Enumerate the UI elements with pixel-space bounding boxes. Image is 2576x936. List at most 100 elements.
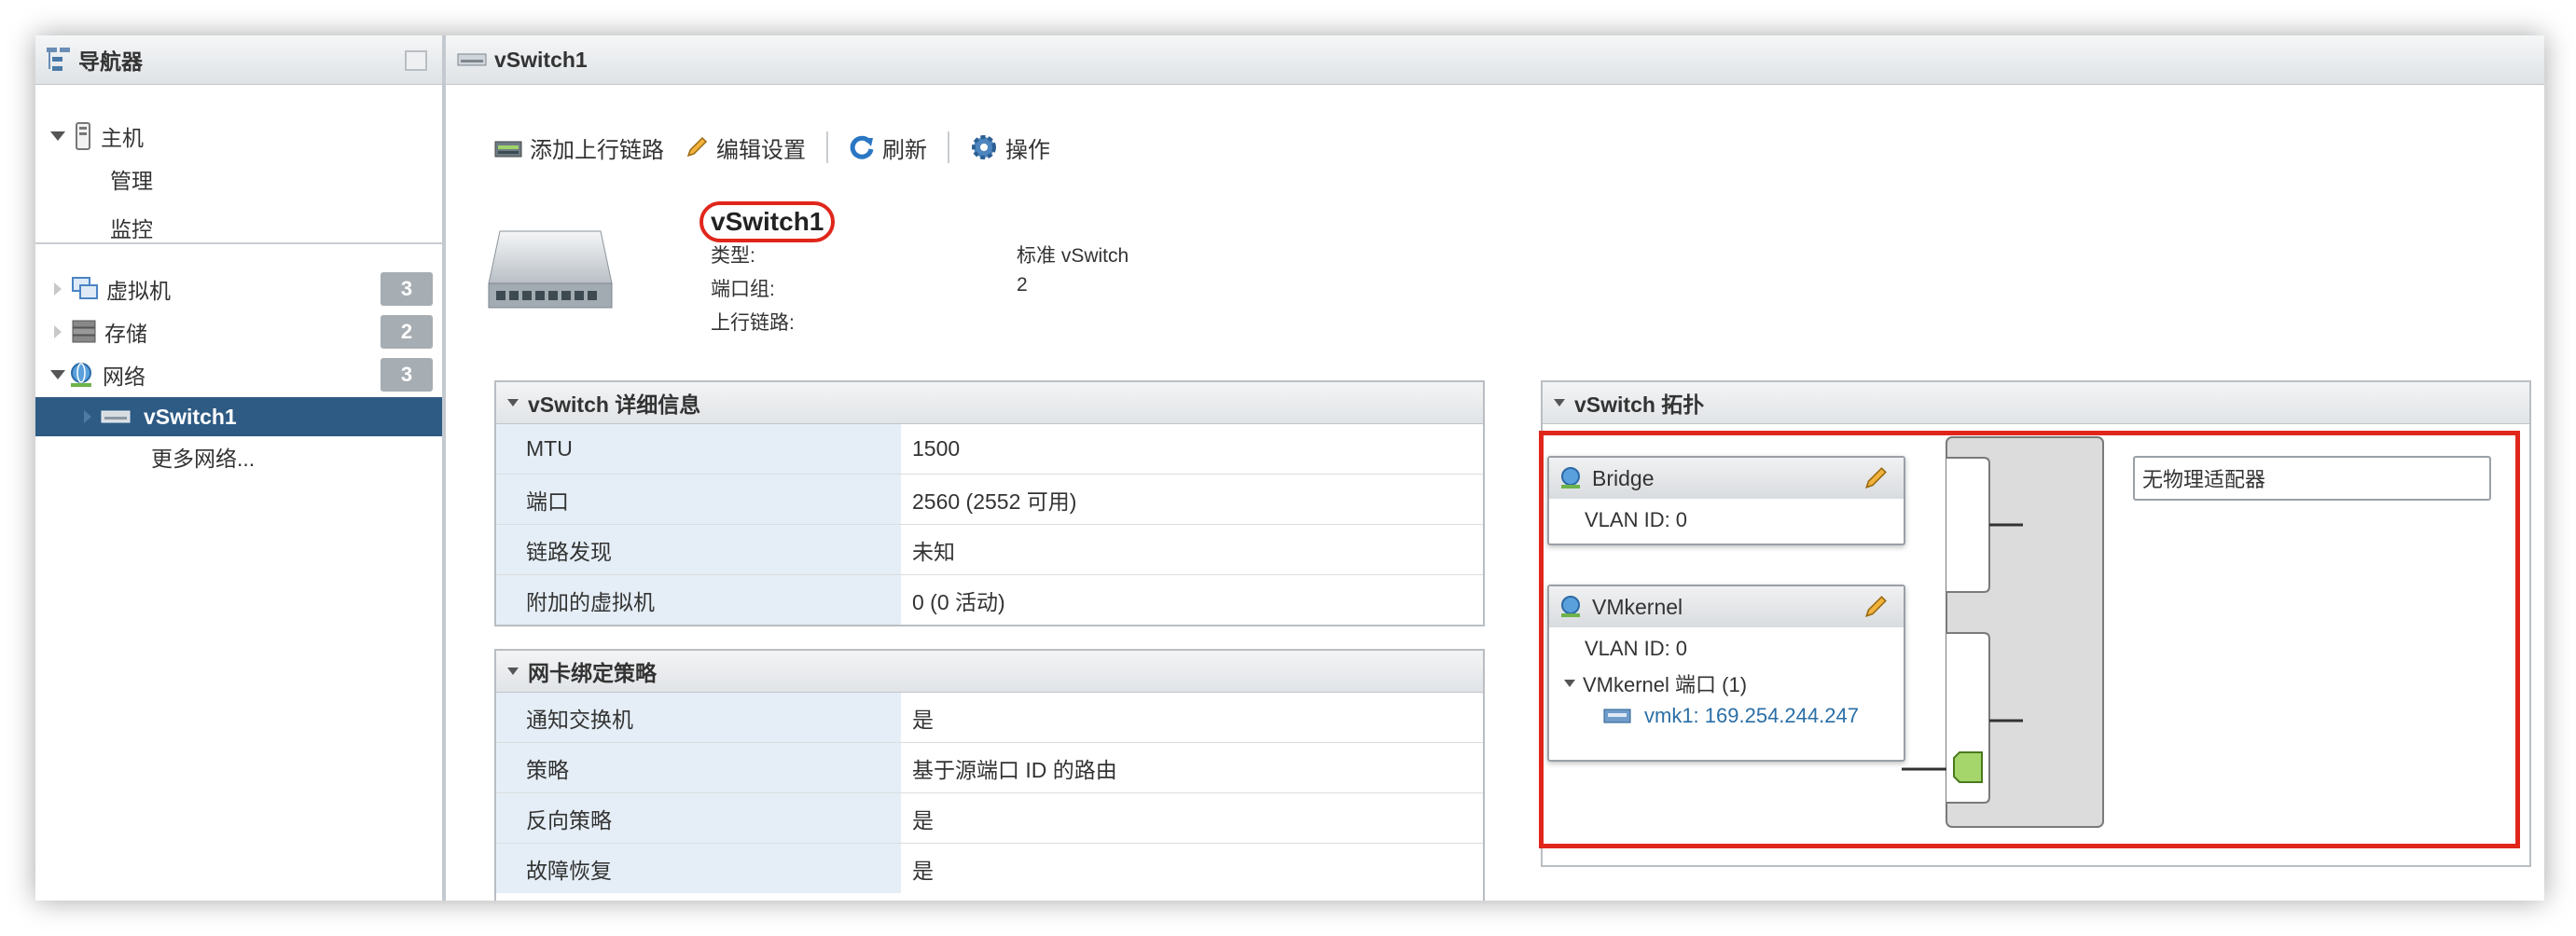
nav-monitor-label: 监控: [110, 217, 153, 241]
toolbar-divider: [826, 131, 828, 163]
no-physical-adapter-label: 无物理适配器: [2142, 468, 2266, 491]
expand-arrow-icon[interactable]: [1564, 680, 1575, 687]
nav-item-manage[interactable]: 管理: [35, 158, 442, 200]
collapse-arrow-icon[interactable]: [507, 399, 519, 406]
details-key: 链路发现: [496, 525, 901, 574]
type-value: 标准 vSwitch: [1017, 245, 1129, 267]
nav-storage-label: 存储: [104, 322, 147, 346]
collapse-arrow-icon[interactable]: [54, 282, 62, 296]
teaming-key: 策略: [496, 743, 901, 792]
nav-item-vswitch1[interactable]: vSwitch1: [35, 397, 442, 436]
expand-arrow-icon[interactable]: [50, 370, 65, 379]
nav-item-more-networks[interactable]: 更多网络...: [35, 436, 442, 477]
collapse-arrow-icon[interactable]: [507, 668, 519, 675]
add-uplink-label: 添加上行链路: [530, 137, 664, 163]
edit-pencil-icon[interactable]: [1863, 465, 1889, 491]
type-label: 类型:: [711, 245, 755, 267]
nav-item-storage[interactable]: 存储 2: [35, 311, 442, 352]
nav-more-networks-label: 更多网络...: [151, 447, 256, 471]
vswitch-details-header[interactable]: vSwitch 详细信息: [496, 382, 1483, 424]
vswitch-icon: [457, 53, 487, 66]
storage-icon: [72, 320, 96, 343]
details-value: 1500: [912, 436, 961, 461]
bridge-portgroup-header: Bridge: [1549, 458, 1904, 499]
refresh-button[interactable]: 刷新: [849, 131, 927, 164]
refresh-icon: [850, 135, 874, 159]
vm-icon: [72, 277, 98, 299]
collapse-arrow-icon[interactable]: [84, 410, 91, 423]
vmk1-label: vmk1: 169.254.244.247: [1644, 704, 1859, 727]
topology-highlight-box: Bridge VLAN ID: 0 VMkernel VLAN ID: 0 VM…: [1539, 431, 2520, 848]
pencil-icon: [686, 136, 708, 158]
actions-button[interactable]: 操作: [970, 131, 1050, 164]
uplinks-label: 上行链路:: [711, 312, 795, 334]
vswitch-details-title: vSwitch 详细信息: [528, 392, 701, 417]
details-row: 链路发现 未知: [496, 525, 1483, 575]
host-icon: [76, 122, 90, 150]
no-physical-adapter-box: 无物理适配器: [2133, 456, 2491, 501]
nic-teaming-header[interactable]: 网卡绑定策略: [496, 651, 1483, 693]
teaming-value: 是: [912, 858, 934, 883]
details-key: MTU: [496, 424, 901, 474]
nav-manage-label: 管理: [110, 169, 153, 193]
add-uplink-icon: [494, 141, 522, 158]
main-header: vSwitch1: [446, 35, 2544, 85]
storage-count-badge: 2: [381, 315, 433, 349]
nav-host-label: 主机: [101, 126, 144, 150]
teaming-row: 通知交换机是: [496, 693, 1483, 743]
vms-count-badge: 3: [381, 272, 433, 306]
nav-vswitch1-label: vSwitch1: [144, 404, 237, 429]
teaming-value: 是: [912, 807, 934, 833]
actions-label: 操作: [1005, 137, 1050, 163]
nav-item-host[interactable]: 主机: [35, 116, 442, 157]
portgroup-globe-icon: [1561, 596, 1580, 617]
topology-header[interactable]: vSwitch 拓扑: [1543, 382, 2529, 424]
collapse-navigator-icon[interactable]: [405, 50, 427, 71]
navigator-header: 导航器: [35, 35, 442, 85]
nav-item-network[interactable]: 网络 3: [35, 354, 442, 395]
nav-divider: [35, 242, 442, 244]
details-value: 未知: [912, 539, 955, 564]
nav-vms-label: 虚拟机: [106, 279, 171, 303]
collapse-arrow-icon[interactable]: [1554, 399, 1565, 406]
vmkernel-name: VMkernel: [1592, 594, 1683, 619]
page-title: vSwitch1: [494, 47, 588, 72]
teaming-value: 基于源端口 ID 的路由: [912, 757, 1117, 782]
portgroups-value: 2: [1017, 274, 1028, 296]
collapse-arrow-icon[interactable]: [54, 325, 62, 338]
gear-icon: [972, 135, 996, 159]
edit-settings-button[interactable]: 编辑设置: [685, 131, 806, 164]
vmkernel-portgroup-card[interactable]: VMkernel VLAN ID: 0 VMkernel 端口 (1) vmk1…: [1547, 585, 1905, 762]
details-key: 端口: [496, 475, 901, 524]
bridge-name: Bridge: [1592, 465, 1655, 490]
vmk-nic-icon: [1603, 709, 1631, 723]
vswitch-details-panel: vSwitch 详细信息 MTU 1500 端口 2560 (2552 可用) 链路…: [494, 380, 1485, 626]
nic-teaming-title: 网卡绑定策略: [528, 661, 657, 685]
teaming-key: 反向策略: [496, 793, 901, 843]
nav-network-label: 网络: [103, 365, 145, 389]
vmkernel-ports-label: VMkernel 端口 (1): [1583, 673, 1748, 696]
details-row: 附加的虚拟机 0 (0 活动): [496, 575, 1483, 625]
teaming-key: 故障恢复: [496, 844, 901, 893]
add-uplink-button[interactable]: 添加上行链路: [494, 131, 664, 164]
navigator-title: 导航器: [78, 49, 143, 74]
navigator-pane: 导航器 主机 管理 监控 虚拟机 3 存储 2 网络 3 vSwitch1 更多…: [35, 35, 446, 901]
toolbar: 添加上行链路 编辑设置 刷新 操作: [494, 127, 1071, 168]
nic-teaming-panel: 网卡绑定策略 通知交换机是 策略 基于源端口 ID 的路由 反向策略是 故障恢复是: [494, 649, 1485, 901]
teaming-row: 策略 基于源端口 ID 的路由: [496, 743, 1483, 793]
expand-arrow-icon[interactable]: [50, 131, 65, 141]
details-key: 附加的虚拟机: [496, 575, 901, 625]
vmkernel-ports-node[interactable]: VMkernel 端口 (1): [1564, 668, 1747, 698]
portgroup-globe-icon: [1561, 467, 1580, 489]
app-window: 导航器 主机 管理 监控 虚拟机 3 存储 2 网络 3 vSwitch1 更多…: [35, 35, 2544, 901]
refresh-label: 刷新: [882, 137, 927, 163]
details-value: 0 (0 活动): [912, 589, 1005, 614]
nav-item-vms[interactable]: 虚拟机 3: [35, 268, 442, 310]
vswitch-icon: [101, 410, 131, 423]
vmk1-item[interactable]: vmk1: 169.254.244.247: [1603, 704, 1859, 728]
topology-title: vSwitch 拓扑: [1574, 392, 1705, 417]
teaming-row: 反向策略是: [496, 793, 1483, 844]
edit-pencil-icon[interactable]: [1863, 594, 1889, 620]
bridge-portgroup-card[interactable]: Bridge VLAN ID: 0: [1547, 456, 1905, 545]
network-globe-icon: [71, 363, 91, 387]
